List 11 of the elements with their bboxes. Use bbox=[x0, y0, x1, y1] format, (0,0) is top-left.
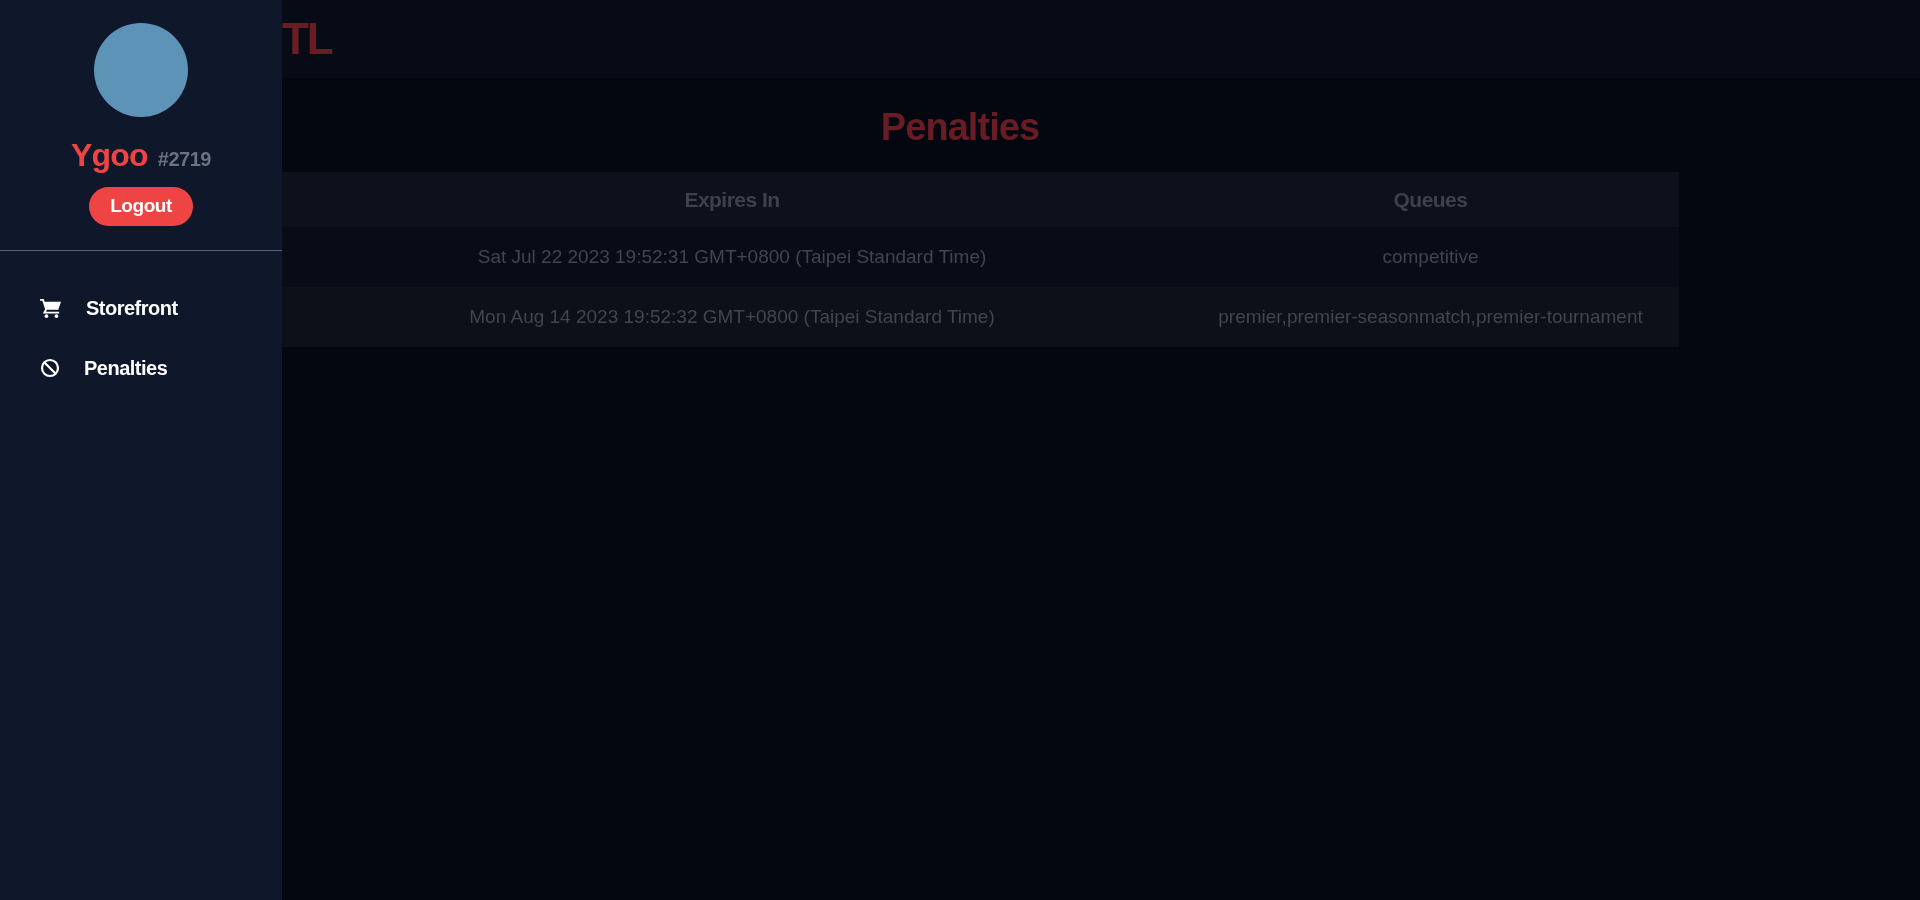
table-cell: Sat Jul 22 2023 19:52:31 GMT+0800 (Taipei Standard Time) bbox=[282, 227, 1182, 287]
user-tag: #2719 bbox=[157, 144, 211, 174]
page-title: Penalties bbox=[880, 105, 1040, 150]
ban-icon bbox=[40, 358, 60, 378]
sidebar-item[interactable]: Storefront bbox=[0, 289, 282, 327]
table-cell: competitive bbox=[1182, 227, 1679, 287]
logout-button[interactable]: Logout bbox=[89, 187, 193, 226]
cart-icon bbox=[40, 298, 62, 318]
username: Ygoo bbox=[71, 136, 148, 175]
sidebar-item[interactable]: Penalties bbox=[0, 349, 282, 387]
header-title: TL bbox=[282, 17, 332, 61]
